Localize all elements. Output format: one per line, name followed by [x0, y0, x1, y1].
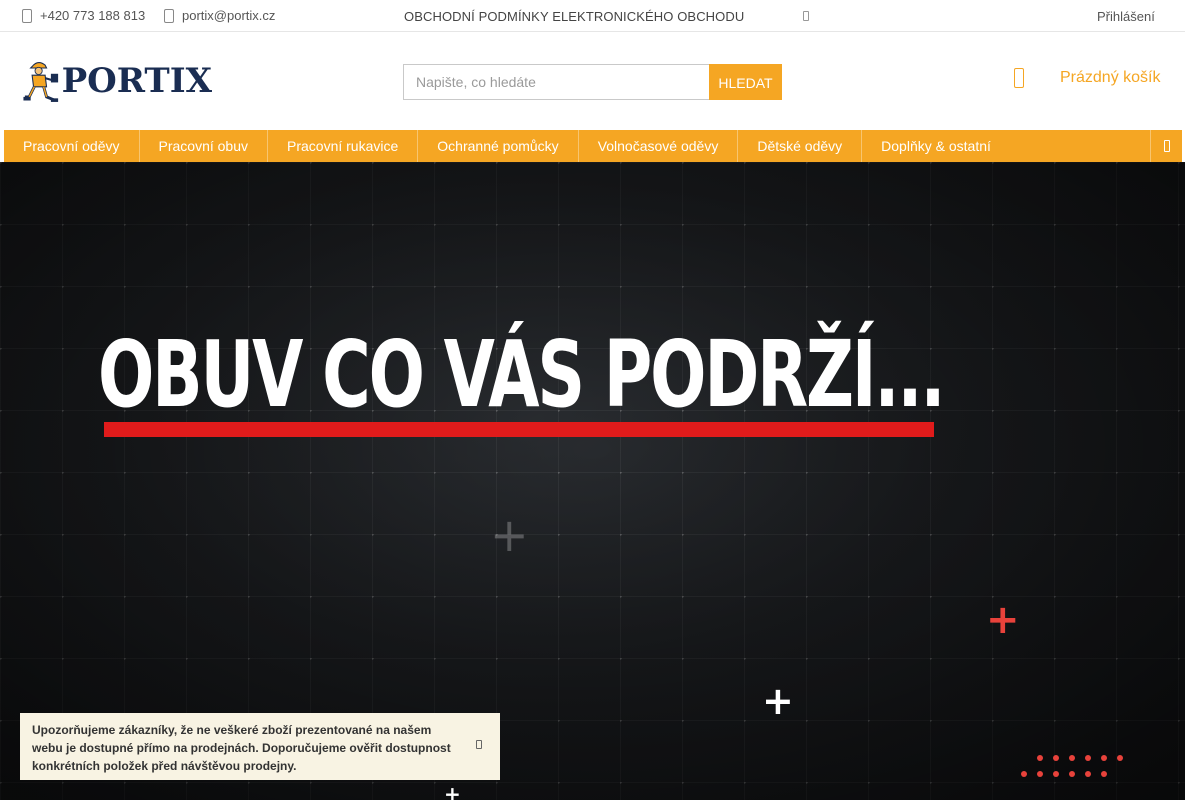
close-icon[interactable]: [476, 740, 482, 749]
email-address[interactable]: portix@portix.cz: [182, 8, 275, 23]
menu-toggle-icon: [1163, 140, 1170, 152]
notice-text: Upozorňujeme zákazníky, že ne veškeré zb…: [32, 723, 451, 773]
plus-decoration-icon: +: [762, 679, 794, 723]
nav-item-pracovni-obuv[interactable]: Pracovní obuv: [140, 130, 268, 162]
plus-decoration-icon: +: [986, 597, 1020, 643]
hero-title-underline: [104, 422, 934, 437]
cart-icon: [1014, 68, 1024, 88]
menu-toggle-button[interactable]: [1150, 130, 1182, 162]
cart[interactable]: Prázdný košík: [1014, 68, 1160, 88]
search-button[interactable]: HLEDAT: [709, 64, 782, 100]
nav-item-ochranne-pomucky[interactable]: Ochranné pomůcky: [418, 130, 579, 162]
phone-number[interactable]: +420 773 188 813: [40, 8, 145, 23]
worker-logo-icon: [23, 62, 59, 102]
phone-icon: [22, 8, 32, 23]
search-input[interactable]: [403, 64, 709, 100]
login-link[interactable]: Přihlášení: [1097, 9, 1155, 24]
cart-label[interactable]: Prázdný košík: [1060, 69, 1160, 87]
nav-item-volnocasove-odevy[interactable]: Volnočasové oděvy: [579, 130, 739, 162]
availability-notice: Upozorňujeme zákazníky, že ne veškeré zb…: [20, 713, 500, 780]
email-contact[interactable]: portix@portix.cz: [164, 8, 275, 23]
nav-item-doplnky[interactable]: Doplňky & ostatní: [862, 130, 1010, 162]
logo-text: PORTIX: [61, 61, 212, 101]
nav-item-detske-odevy[interactable]: Dětské oděvy: [738, 130, 863, 162]
plus-decoration-icon: +: [444, 782, 461, 800]
top-bar: +420 773 188 813 portix@portix.cz OBCHOD…: [0, 0, 1185, 32]
search-bar: HLEDAT: [403, 64, 782, 100]
plus-decoration-icon: +: [490, 508, 529, 562]
hero-title: OBUV CO VÁS PODRŽÍ...: [98, 321, 946, 428]
nav-item-pracovni-rukavice[interactable]: Pracovní rukavice: [268, 130, 419, 162]
dot-pattern-decoration: [1021, 755, 1123, 777]
hero-banner[interactable]: OBUV CO VÁS PODRŽÍ... + + + +: [0, 162, 1185, 800]
chevron-icon[interactable]: [803, 11, 809, 21]
phone-contact[interactable]: +420 773 188 813: [22, 8, 145, 23]
main-nav: Pracovní oděvy Pracovní obuv Pracovní ru…: [4, 130, 1182, 162]
hero-grid-pattern: [0, 162, 1185, 800]
logo[interactable]: PORTIX: [22, 50, 212, 112]
terms-link[interactable]: OBCHODNÍ PODMÍNKY ELEKTRONICKÉHO OBCHODU: [404, 9, 744, 24]
site-header: PORTIX HLEDAT Prázdný košík: [0, 32, 1185, 130]
envelope-icon: [164, 8, 174, 23]
nav-item-pracovni-odevy[interactable]: Pracovní oděvy: [4, 130, 140, 162]
